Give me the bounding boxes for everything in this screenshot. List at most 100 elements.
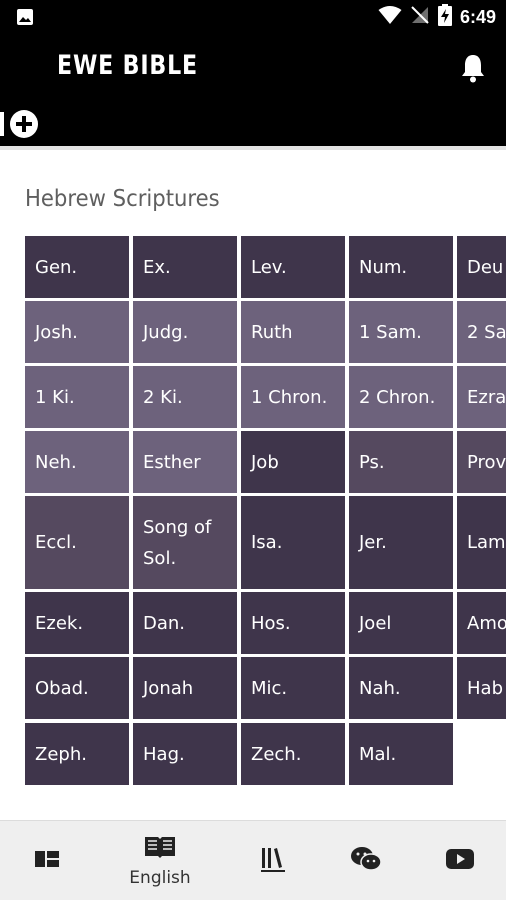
book-label: Ex.: [143, 256, 171, 278]
add-icon[interactable]: [10, 110, 38, 138]
book-tile[interactable]: Lam: [457, 496, 506, 589]
book-tile[interactable]: Ezra: [457, 366, 506, 428]
book-tile[interactable]: Ruth: [241, 301, 345, 363]
book-label: Lam: [467, 532, 506, 553]
book-label: Nah.: [359, 677, 401, 699]
book-label: Josh.: [35, 321, 78, 343]
book-tile[interactable]: Neh.: [25, 431, 129, 493]
book-label: 1 Chron.: [251, 386, 328, 408]
book-tile[interactable]: Deu: [457, 236, 506, 298]
book-tile[interactable]: Joel: [349, 592, 453, 654]
library-icon: [259, 845, 287, 877]
book-tile[interactable]: Jonah: [133, 657, 237, 719]
app-title: EWE BIBLE: [57, 50, 198, 81]
status-bar: 6:49: [0, 0, 506, 34]
book-tile[interactable]: Eccl.: [25, 496, 129, 589]
book-tile[interactable]: Judg.: [133, 301, 237, 363]
book-label: Esther: [143, 451, 201, 473]
book-tile[interactable]: 1 Chron.: [241, 366, 345, 428]
book-label: Dan.: [143, 612, 186, 634]
book-icon: [143, 834, 177, 864]
book-tile[interactable]: Prov: [457, 431, 506, 493]
book-label: Amo: [467, 612, 506, 634]
clock: 6:49: [459, 6, 496, 27]
book-tile[interactable]: Nah.: [349, 657, 453, 719]
book-tile[interactable]: 1 Sam.: [349, 301, 453, 363]
book-label: Eccl.: [35, 532, 77, 553]
book-tile[interactable]: Hos.: [241, 592, 345, 654]
book-label: Mal.: [359, 743, 397, 765]
book-label: Prov: [467, 451, 506, 473]
book-tile[interactable]: Zech.: [241, 723, 345, 785]
book-label: 2 Ki.: [143, 386, 183, 408]
book-label: Judg.: [143, 321, 189, 343]
book-tile[interactable]: Song of Sol.: [133, 496, 237, 589]
book-tile[interactable]: Mal.: [349, 723, 453, 785]
book-label: Jer.: [359, 532, 387, 553]
nav-dashboard[interactable]: [18, 821, 76, 900]
book-label: Isa.: [251, 532, 283, 553]
book-label: Neh.: [35, 451, 77, 473]
book-tile[interactable]: Hab: [457, 657, 506, 719]
book-label: Hab: [467, 677, 503, 699]
nav-youtube[interactable]: [431, 821, 489, 900]
nav-english-label: English: [129, 868, 191, 888]
book-tile[interactable]: Hag.: [133, 723, 237, 785]
book-label: Ps.: [359, 451, 385, 473]
book-label: Deu: [467, 256, 504, 278]
book-label: 2 Sa: [467, 321, 506, 343]
tab-indicator: [0, 112, 4, 136]
book-label: 2 Chron.: [359, 386, 436, 408]
book-label: Zeph.: [35, 743, 87, 765]
book-tile[interactable]: 2 Chron.: [349, 366, 453, 428]
book-label: Ezra: [467, 386, 506, 408]
book-tile[interactable]: Zeph.: [25, 723, 129, 785]
youtube-icon: [445, 848, 475, 874]
book-label: Jonah: [143, 677, 194, 699]
battery-charging-icon: [437, 4, 452, 30]
book-label: Song of Sol.: [143, 516, 212, 569]
book-tile[interactable]: Ps.: [349, 431, 453, 493]
book-label: Ezek.: [35, 612, 84, 634]
book-label: Hos.: [251, 612, 291, 634]
book-tile[interactable]: 2 Sa: [457, 301, 506, 363]
book-label: Lev.: [251, 256, 287, 278]
divider: [0, 146, 506, 150]
book-label: Gen.: [35, 256, 78, 278]
book-tile[interactable]: Ex.: [133, 236, 237, 298]
book-tile[interactable]: Num.: [349, 236, 453, 298]
book-label: 1 Ki.: [35, 386, 75, 408]
nav-english[interactable]: English: [120, 821, 200, 900]
book-tile[interactable]: Isa.: [241, 496, 345, 589]
book-label: Joel: [359, 612, 392, 634]
book-label: Mic.: [251, 677, 288, 699]
book-label: Hag.: [143, 743, 185, 765]
nav-library[interactable]: [244, 821, 302, 900]
book-tile[interactable]: Ezek.: [25, 592, 129, 654]
bottom-nav: English: [0, 820, 506, 900]
book-tile[interactable]: Jer.: [349, 496, 453, 589]
book-tile[interactable]: Esther: [133, 431, 237, 493]
no-signal-icon: [410, 5, 430, 29]
app-bar: EWE BIBLE: [0, 34, 506, 146]
bell-icon[interactable]: [458, 52, 488, 84]
section-title: Hebrew Scriptures: [25, 186, 220, 212]
book-grid: Gen. Ex. Lev. Num. Deu Josh. Judg. Ruth 1 Sam. 2 …: [25, 236, 506, 786]
book-tile[interactable]: Obad.: [25, 657, 129, 719]
nav-wechat[interactable]: [337, 821, 395, 900]
book-tile[interactable]: 1 Ki.: [25, 366, 129, 428]
book-tile[interactable]: Amo: [457, 592, 506, 654]
wifi-icon: [378, 5, 402, 29]
book-tile[interactable]: Job: [241, 431, 345, 493]
book-tile[interactable]: Gen.: [25, 236, 129, 298]
wechat-icon: [350, 846, 382, 876]
book-tile[interactable]: Josh.: [25, 301, 129, 363]
book-label: Num.: [359, 256, 408, 278]
book-label: Zech.: [251, 743, 302, 765]
book-tile[interactable]: Dan.: [133, 592, 237, 654]
book-label: Obad.: [35, 677, 89, 699]
book-tile[interactable]: Mic.: [241, 657, 345, 719]
book-tile[interactable]: Lev.: [241, 236, 345, 298]
dashboard-icon: [34, 849, 60, 873]
book-tile[interactable]: 2 Ki.: [133, 366, 237, 428]
